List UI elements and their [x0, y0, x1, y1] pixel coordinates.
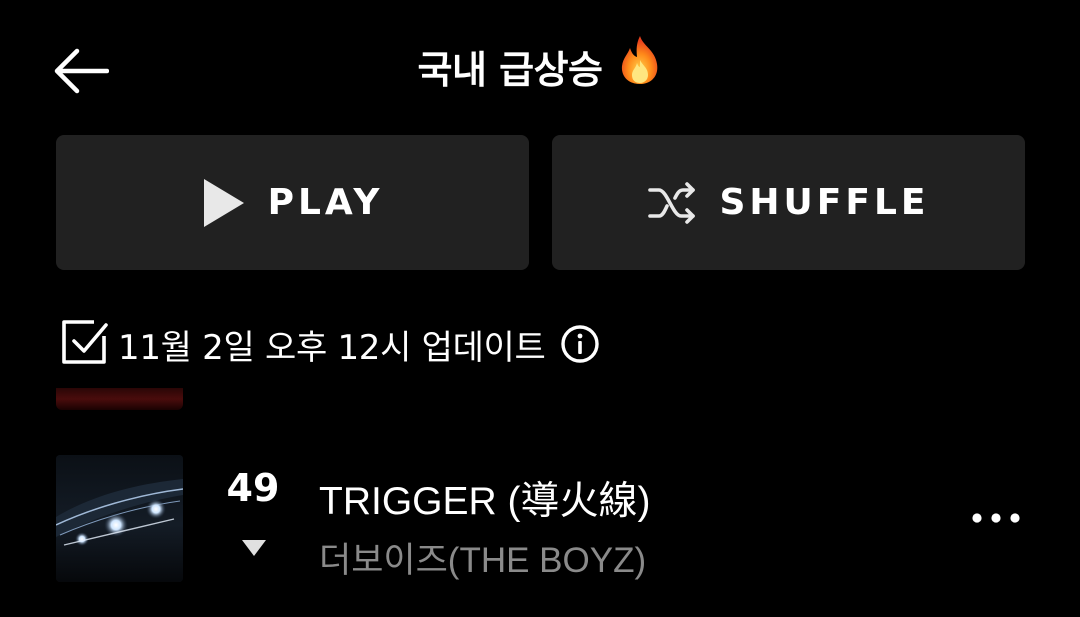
song-title: TRIGGER (導火線): [319, 480, 651, 523]
chart-rank: 49: [226, 466, 280, 510]
album-art: [56, 455, 183, 582]
track-row[interactable]: 49 TRIGGER (導火線) 더보이즈(THE BOYZ): [0, 452, 1080, 582]
shuffle-button[interactable]: SHUFFLE: [552, 135, 1025, 270]
shuffle-button-label: SHUFFLE: [719, 182, 930, 223]
play-button-label: PLAY: [267, 182, 384, 223]
artist-name: 더보이즈(THE BOYZ): [319, 541, 647, 580]
shuffle-icon: [647, 180, 697, 226]
checkbox-checked-icon: [58, 316, 110, 372]
page-title: 국내 급상승: [0, 36, 1080, 103]
update-info: 11월 2일 오후 12시 업데이트: [58, 318, 600, 370]
previous-track-thumbnail: [56, 388, 183, 410]
triangle-down-icon: [241, 538, 267, 558]
page-title-text: 국내 급상승: [417, 48, 603, 92]
more-options-button[interactable]: [960, 494, 1032, 542]
top-app-bar: 국내 급상승: [0, 0, 1080, 135]
play-icon: [202, 177, 246, 229]
more-horizontal-icon: [972, 513, 1020, 523]
update-time-text: 11월 2일 오후 12시 업데이트: [118, 327, 546, 368]
fire-icon: [617, 34, 663, 103]
info-icon[interactable]: [560, 324, 600, 364]
play-button[interactable]: PLAY: [56, 135, 529, 270]
